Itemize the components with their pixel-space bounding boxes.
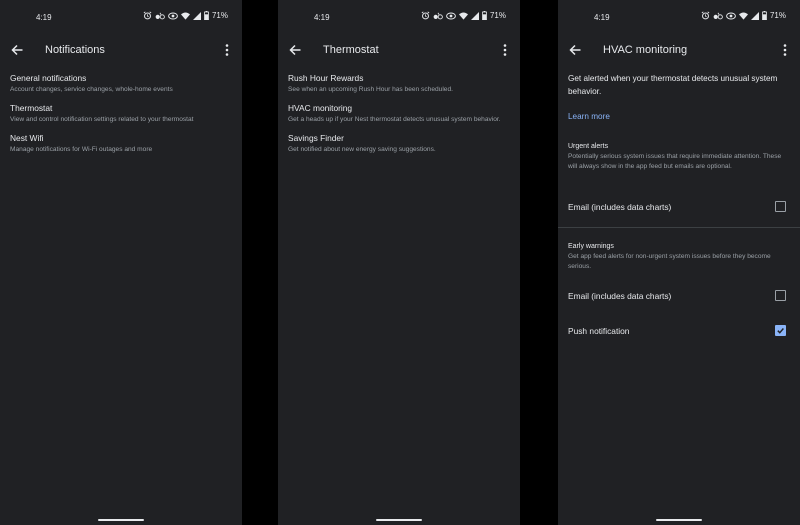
alarm-icon [421,11,430,20]
home-indicator[interactable] [376,519,422,521]
nest-icon [155,12,165,20]
battery-percent: 71% [769,11,786,20]
item-subtitle: Get notified about new energy saving sug… [288,146,436,153]
section-description: Get app feed alerts for non-urgent syste… [568,253,771,270]
urgent-email-row[interactable]: Email (includes data charts) [568,197,788,219]
list-item-general-notifications[interactable]: General notifications Account changes, s… [10,73,234,94]
section-description: Potentially serious system issues that r… [568,153,782,170]
push-notification-row[interactable]: Push notification [568,321,788,343]
learn-more-link[interactable]: Learn more [568,112,610,121]
battery-percent: 71% [211,11,228,20]
hvac-monitoring-screen: 4:19 71% HVAC monitoring Get alerted whe… [558,0,800,525]
item-title: Nest Wifi [10,133,44,143]
wifi-icon [180,11,190,20]
settings-list: General notifications Account changes, s… [10,73,234,163]
notifications-screen: 4:19 71% Notifications General notificat… [0,0,242,525]
back-arrow-icon[interactable] [568,43,582,57]
wifi-icon [458,11,468,20]
home-indicator[interactable] [656,519,702,521]
back-arrow-icon[interactable] [10,43,24,57]
section-heading: Urgent alerts [568,143,609,150]
early-email-checkbox[interactable] [775,290,786,301]
list-item-nest-wifi[interactable]: Nest Wifi Manage notifications for Wi-Fi… [10,133,234,154]
status-icons: 71% [421,11,506,20]
eye-icon [446,12,456,19]
alarm-icon [143,11,152,20]
status-bar: 4:19 71% [0,0,242,34]
item-title: General notifications [10,73,87,83]
urgent-alerts-section: Urgent alerts Potentially serious system… [568,142,786,172]
list-item-rush-hour-rewards[interactable]: Rush Hour Rewards See when an upcoming R… [288,73,512,94]
more-vert-icon[interactable] [502,43,508,57]
section-heading: Early warnings [568,243,614,250]
divider [558,227,800,228]
item-subtitle: Account changes, service changes, whole-… [10,86,173,93]
option-label: Push notification [568,326,630,336]
item-subtitle: Get a heads up if your Nest thermostat d… [288,116,501,123]
status-time: 4:19 [314,13,330,22]
status-icons: 71% [701,11,786,20]
check-icon [777,328,784,334]
status-time: 4:19 [594,13,610,22]
list-item-thermostat[interactable]: Thermostat View and control notification… [10,103,234,124]
app-bar: Notifications [0,34,242,66]
app-bar: HVAC monitoring [558,34,800,66]
item-title: HVAC monitoring [288,103,353,113]
wifi-icon [738,11,748,20]
item-title: Savings Finder [288,133,344,143]
back-arrow-icon[interactable] [288,43,302,57]
item-subtitle: See when an upcoming Rush Hour has been … [288,86,453,93]
status-bar: 4:19 71% [278,0,520,34]
push-notification-checkbox[interactable] [775,325,786,336]
eye-icon [726,12,736,19]
screen-description: Get alerted when your thermostat detects… [568,74,778,96]
list-item-savings-finder[interactable]: Savings Finder Get notified about new en… [288,133,512,154]
list-item-hvac-monitoring[interactable]: HVAC monitoring Get a heads up if your N… [288,103,512,124]
urgent-email-checkbox[interactable] [775,201,786,212]
battery-icon [204,11,209,20]
status-icons: 71% [143,11,228,20]
option-label: Email (includes data charts) [568,291,672,301]
status-time: 4:19 [36,13,52,22]
settings-list: Rush Hour Rewards See when an upcoming R… [288,73,512,163]
item-subtitle: View and control notification settings r… [10,116,194,123]
more-vert-icon[interactable] [224,43,230,57]
thermostat-screen: 4:19 71% Thermostat Rush Hour Rewards Se… [278,0,520,525]
page-title: HVAC monitoring [603,44,688,56]
option-label: Email (includes data charts) [568,202,672,212]
nest-icon [713,12,723,20]
app-bar: Thermostat [278,34,520,66]
item-subtitle: Manage notifications for Wi-Fi outages a… [10,146,153,153]
battery-icon [482,11,487,20]
eye-icon [168,12,178,19]
early-warnings-section: Early warnings Get app feed alerts for n… [568,242,786,272]
early-email-row[interactable]: Email (includes data charts) [568,286,788,308]
alarm-icon [701,11,710,20]
signal-icon [750,11,759,20]
page-title: Thermostat [323,44,379,56]
battery-icon [762,11,767,20]
page-title: Notifications [45,44,105,56]
nest-icon [433,12,443,20]
signal-icon [192,11,201,20]
home-indicator[interactable] [98,519,144,521]
more-vert-icon[interactable] [782,43,788,57]
signal-icon [470,11,479,20]
battery-percent: 71% [489,11,506,20]
status-bar: 4:19 71% [558,0,800,34]
item-title: Thermostat [10,103,53,113]
item-title: Rush Hour Rewards [288,73,364,83]
